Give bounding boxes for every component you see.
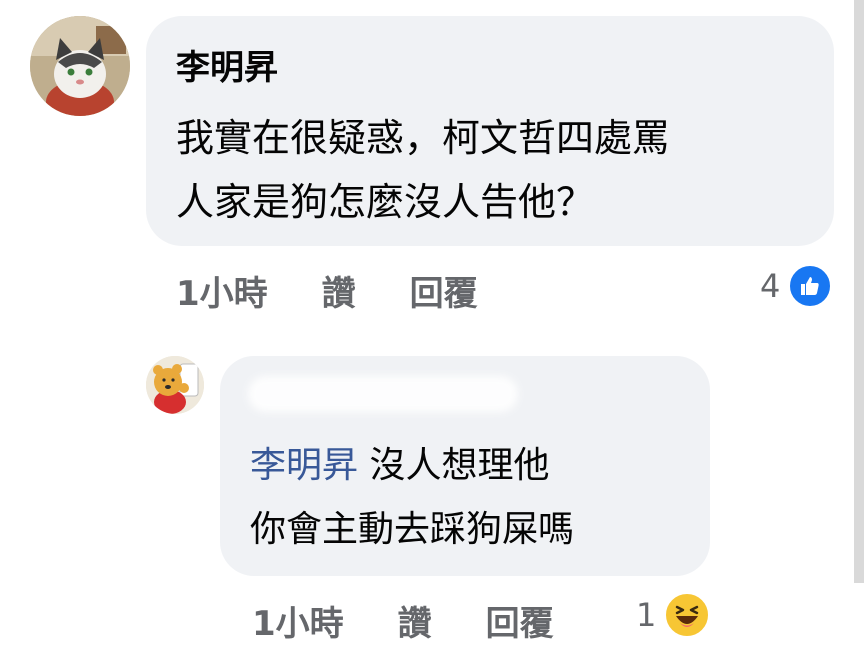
comment-text: 我實在很疑惑，柯文哲四處罵 人家是狗怎麼沒人告他？ bbox=[176, 116, 671, 224]
reaction-count: 4 bbox=[760, 267, 781, 305]
like-button[interactable]: 讚 bbox=[322, 266, 356, 315]
reply-button[interactable]: 回覆 bbox=[410, 266, 478, 315]
bear-avatar-icon bbox=[146, 356, 204, 414]
reaction-count: 1 bbox=[636, 596, 657, 634]
reply-actions: 1小時 讚 回覆 bbox=[252, 596, 608, 645]
reaction-summary[interactable]: 4 bbox=[760, 264, 833, 308]
comment-bubble: 李明昇 我實在很疑惑，柯文哲四處罵 人家是狗怎麼沒人告他？ bbox=[146, 16, 834, 246]
scrollbar-thumb[interactable] bbox=[854, 0, 864, 583]
comment-author[interactable]: 李明昇 bbox=[176, 40, 278, 89]
reply-text-line1: 沒人想理他 bbox=[358, 445, 550, 486]
avatar[interactable] bbox=[30, 16, 130, 116]
cat-avatar-icon bbox=[30, 16, 130, 116]
haha-icon bbox=[664, 592, 711, 638]
comment-thread: 李明昇 我實在很疑惑，柯文哲四處罵 人家是狗怎麼沒人告他？ 1小時 讚 回覆 4 bbox=[0, 0, 864, 671]
comment-actions: 1小時 讚 回覆 bbox=[176, 266, 532, 315]
reply-text-line2: 你會主動去踩狗屎嗎 bbox=[250, 509, 575, 550]
avatar[interactable] bbox=[146, 356, 204, 414]
comment-timestamp[interactable]: 1小時 bbox=[176, 266, 268, 315]
mention-link[interactable]: 李明昇 bbox=[250, 445, 358, 486]
redacted-author-name bbox=[248, 376, 518, 412]
like-icon bbox=[788, 264, 833, 308]
reply-text: 李明昇 沒人想理他 你會主動去踩狗屎嗎 bbox=[250, 434, 690, 562]
reply-button[interactable]: 回覆 bbox=[486, 596, 554, 645]
like-button[interactable]: 讚 bbox=[398, 596, 432, 645]
reaction-summary[interactable]: 1 bbox=[636, 592, 711, 638]
reply-timestamp[interactable]: 1小時 bbox=[252, 596, 344, 645]
reply-bubble: 李明昇 沒人想理他 你會主動去踩狗屎嗎 bbox=[220, 356, 710, 576]
